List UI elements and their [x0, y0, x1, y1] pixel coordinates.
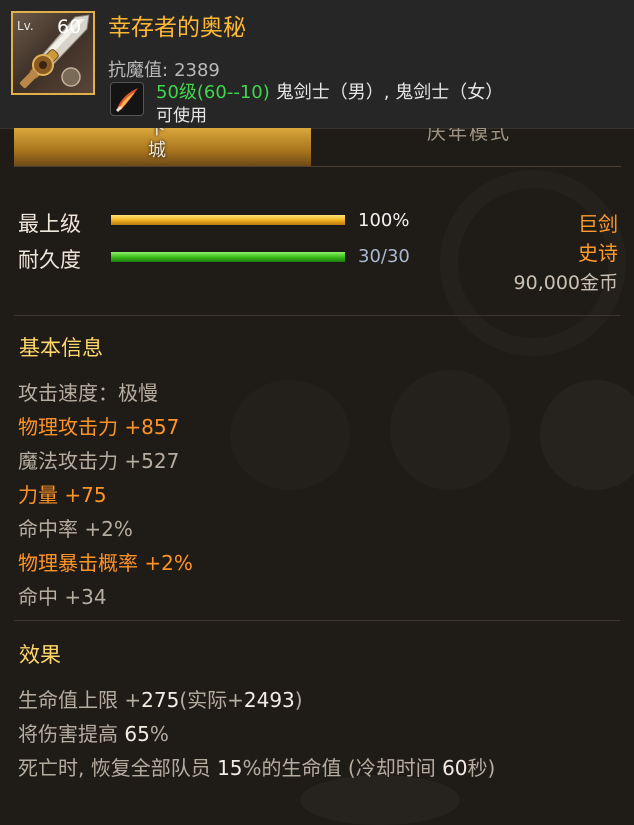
- effect-highlight: 60: [442, 756, 468, 780]
- greatsword-icon[interactable]: Lv. 60: [11, 11, 95, 95]
- divider: [14, 620, 620, 621]
- effect-highlight: 275: [141, 688, 180, 712]
- tab-active-label: 卞 城: [148, 128, 166, 161]
- tab-active[interactable]: 卞 城: [14, 128, 311, 166]
- price: 90,000金币: [513, 272, 618, 294]
- effect-text: %: [149, 722, 169, 746]
- background-shape: [540, 380, 634, 490]
- tab-divider: [14, 166, 621, 167]
- basic-info-title: 基本信息: [19, 336, 103, 360]
- background-shape: [300, 775, 460, 825]
- effect-text: %的生命值 (冷却时间: [242, 756, 443, 780]
- slayer-class-icon-graphic: [116, 88, 138, 112]
- stat-hit: 命中 +34: [18, 585, 107, 609]
- upgrade-bar-fill: [111, 215, 345, 225]
- usable-status: 可使用: [156, 106, 207, 126]
- stat-hit-rate: 命中率 +2%: [18, 517, 133, 541]
- stat-attack-speed: 攻击速度：极慢: [18, 381, 158, 405]
- durability-bar-fill: [111, 252, 345, 262]
- background-shape: [230, 380, 350, 490]
- item-name: 幸存者的奥秘: [108, 15, 246, 41]
- stat-magic-attack: 魔法攻击力 +527: [18, 449, 180, 473]
- item-header: Lv. 60 幸存者的奥秘 抗魔值: 2389 50级(60--10) 鬼剑士（男）…: [0, 0, 634, 129]
- weapon-type: 巨剑: [578, 212, 618, 236]
- effect-highlight: 65: [124, 722, 150, 746]
- effect-text: 生命值上限 +: [18, 688, 142, 712]
- upgrade-bar: [110, 214, 346, 226]
- effect-line: 将伤害提高 65%: [18, 718, 169, 747]
- divider: [14, 315, 620, 316]
- effect-text: 将伤害提高: [18, 722, 125, 746]
- effect-highlight: 15: [217, 756, 243, 780]
- requirement-line: 50级(60--10) 鬼剑士（男）, 鬼剑士（女）: [156, 78, 503, 104]
- slayer-class-icon: [110, 82, 144, 116]
- effect-text: ): [294, 688, 303, 712]
- level-label: Lv.: [17, 19, 34, 33]
- tab-inactive-label: 庆年模式: [427, 128, 512, 144]
- effects-title: 效果: [19, 643, 61, 667]
- upgrade-value: 100%: [358, 210, 410, 231]
- level-value: 60: [57, 16, 82, 38]
- tab-inactive[interactable]: 庆年模式: [311, 128, 621, 166]
- stat-strength: 力量 +75: [18, 483, 107, 507]
- durability-bar: [110, 251, 346, 263]
- effect-text: 死亡时, 恢复全部队员: [18, 756, 218, 780]
- stat-physical-crit: 物理暴击概率 +2%: [18, 551, 193, 575]
- effect-text: (实际+: [179, 688, 244, 712]
- required-level: 50级(60--10): [156, 82, 270, 103]
- effect-text: 秒): [467, 756, 496, 780]
- rarity: 史诗: [578, 241, 618, 265]
- background-shape: [390, 370, 510, 490]
- effect-highlight: 2493: [243, 688, 295, 712]
- effect-line: 生命值上限 +275(实际+2493): [18, 684, 303, 713]
- stat-physical-attack: 物理攻击力 +857: [18, 415, 180, 439]
- upgrade-label: 最上级: [18, 212, 81, 236]
- effect-line: 死亡时, 恢复全部队员 15%的生命值 (冷却时间 60秒): [18, 752, 495, 781]
- required-classes: 鬼剑士（男）, 鬼剑士（女）: [275, 82, 504, 103]
- durability-value: 30/30: [358, 246, 410, 267]
- durability-label: 耐久度: [18, 248, 81, 272]
